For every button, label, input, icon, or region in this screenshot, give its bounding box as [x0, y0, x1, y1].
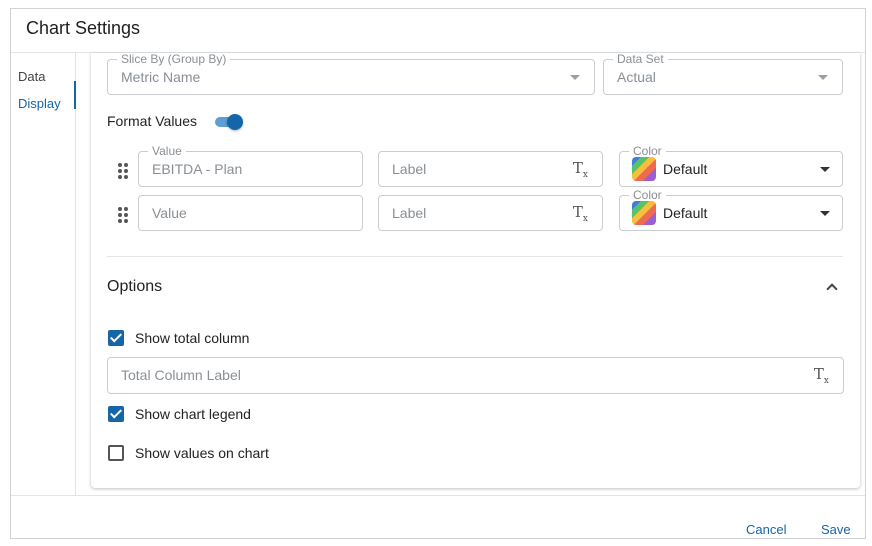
toggle-thumb	[227, 114, 243, 130]
show-chart-legend-label: Show chart legend	[135, 406, 251, 422]
clear-format-icon[interactable]: Tx	[814, 365, 829, 386]
color-value: Default	[663, 161, 708, 177]
show-values-on-chart-checkbox[interactable]	[108, 445, 124, 461]
chart-settings-dialog: Chart Settings Data Display Slice By (Gr…	[10, 8, 866, 539]
value-input[interactable]: Value EBITDA - Plan	[138, 144, 363, 187]
value-text: EBITDA - Plan	[152, 161, 243, 177]
label-placeholder: Label	[392, 205, 427, 221]
drag-handle-icon[interactable]	[118, 163, 128, 179]
chevron-down-icon	[818, 75, 828, 80]
chevron-down-icon	[820, 167, 830, 172]
color-legend: Color	[629, 144, 666, 158]
cancel-button[interactable]: Cancel	[746, 522, 786, 537]
slice-by-select[interactable]: Slice By (Group By) Metric Name	[107, 53, 595, 95]
value-legend: Value	[148, 144, 186, 158]
chevron-down-icon	[570, 75, 580, 80]
color-legend: Color	[629, 188, 666, 202]
show-chart-legend-checkbox[interactable]	[108, 406, 124, 422]
color-select[interactable]: Color Default	[619, 144, 843, 187]
format-values-label: Format Values	[107, 113, 197, 129]
color-value: Default	[663, 205, 708, 221]
clear-format-icon[interactable]: Tx	[573, 159, 588, 180]
label-input[interactable]: Label Tx	[378, 195, 603, 231]
sidebar-item-display[interactable]: Display	[18, 96, 61, 111]
slice-by-legend: Slice By (Group By)	[117, 53, 231, 66]
section-divider	[107, 256, 843, 257]
save-button[interactable]: Save	[821, 522, 851, 537]
display-settings-panel: Slice By (Group By) Metric Name Data Set…	[91, 53, 860, 488]
label-placeholder: Label	[392, 161, 427, 177]
format-values-toggle[interactable]	[215, 112, 245, 132]
chevron-up-icon[interactable]	[826, 283, 838, 295]
show-total-column-checkbox[interactable]	[108, 330, 124, 346]
value-placeholder: Value	[152, 205, 187, 221]
data-set-legend: Data Set	[613, 53, 668, 66]
color-select[interactable]: Color Default	[619, 188, 843, 231]
total-column-label-input[interactable]: Total Column Label Tx	[107, 357, 844, 394]
show-values-on-chart-label: Show values on chart	[135, 445, 269, 461]
label-input[interactable]: Label Tx	[378, 151, 603, 187]
color-swatch-icon	[632, 157, 656, 181]
dialog-footer: Cancel Save	[11, 495, 865, 540]
dialog-header: Chart Settings	[11, 9, 865, 53]
sidebar-active-indicator	[74, 81, 76, 109]
clear-format-icon[interactable]: Tx	[573, 203, 588, 224]
chevron-down-icon	[820, 211, 830, 216]
dialog-title: Chart Settings	[26, 18, 141, 38]
color-swatch-icon	[632, 201, 656, 225]
show-total-column-label: Show total column	[135, 330, 250, 346]
value-input[interactable]: Value	[138, 195, 363, 231]
data-set-value: Actual	[617, 69, 656, 85]
options-section-title: Options	[107, 278, 163, 295]
sidebar-item-data[interactable]: Data	[18, 69, 45, 84]
settings-sidebar: Data Display	[11, 53, 76, 495]
data-set-select[interactable]: Data Set Actual	[603, 53, 843, 95]
drag-handle-icon[interactable]	[118, 207, 128, 223]
slice-by-value: Metric Name	[121, 69, 201, 85]
total-column-label-placeholder: Total Column Label	[121, 367, 241, 383]
